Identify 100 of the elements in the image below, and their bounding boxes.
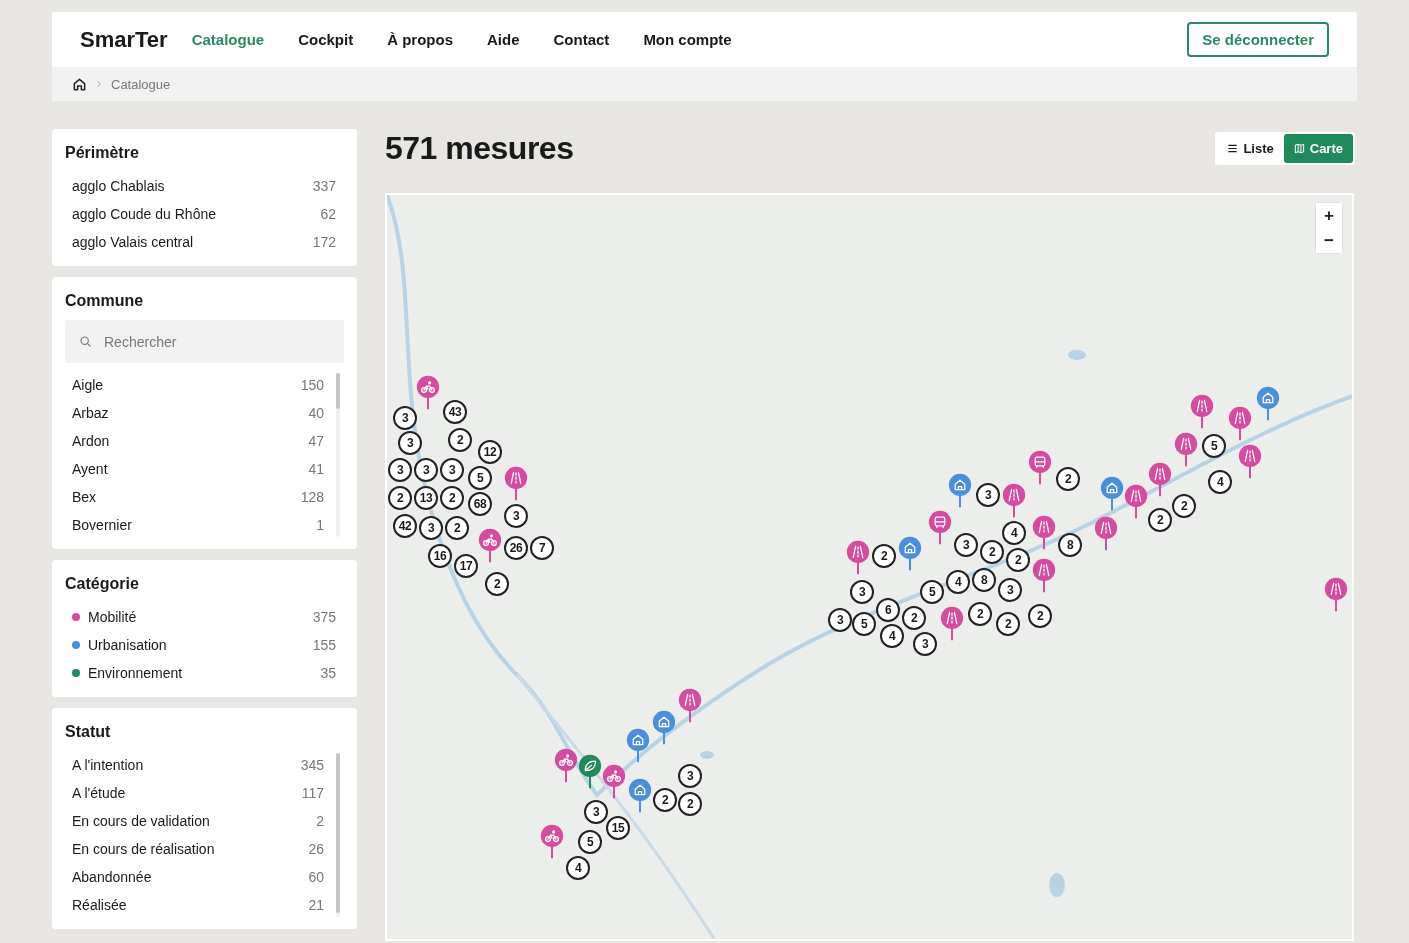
filter-option[interactable]: Aigle 150 <box>65 371 332 399</box>
scrollbar-thumb[interactable] <box>336 373 340 409</box>
cluster-marker[interactable]: 13 <box>414 486 438 510</box>
road-pin-icon[interactable] <box>1148 462 1172 497</box>
cluster-marker[interactable]: 42 <box>393 514 417 538</box>
cyclist-pin-icon[interactable] <box>540 824 564 859</box>
road-pin-icon[interactable] <box>1094 516 1118 551</box>
cluster-marker[interactable]: 3 <box>584 800 608 824</box>
cluster-marker[interactable]: 2 <box>485 572 509 596</box>
cluster-marker[interactable]: 43 <box>443 400 467 424</box>
filter-option[interactable]: Urbanisation 155 <box>65 631 344 659</box>
scrollbar-thumb[interactable] <box>336 753 340 913</box>
filter-option[interactable]: A l'étude 117 <box>65 779 332 807</box>
road-pin-icon[interactable] <box>1238 444 1262 479</box>
cluster-marker[interactable]: 2 <box>996 612 1020 636</box>
filter-option[interactable]: Arbaz 40 <box>65 399 332 427</box>
cluster-marker[interactable]: 3 <box>419 516 443 540</box>
cluster-marker[interactable]: 3 <box>388 458 412 482</box>
filter-option[interactable]: agglo Coude du Rhône 62 <box>65 200 344 228</box>
cluster-marker[interactable]: 2 <box>872 544 896 568</box>
cluster-marker[interactable]: 3 <box>998 578 1022 602</box>
map-view[interactable]: 3 43 3 2 12 5 3 3 3 5 2 4 2 13 2 3 68 2 3 42 3 2 2 4 26 7 3 8 16 2 2 17 2 2 3 5 4 8 3 3 5 6 2 2 2 2 4 3 3 2 2 3 15 5 4 + − <box>385 193 1354 941</box>
road-pin-icon[interactable] <box>1124 484 1148 519</box>
filter-option[interactable]: Ayent 41 <box>65 455 332 483</box>
house-pin-icon[interactable] <box>898 536 922 571</box>
cluster-marker[interactable]: 3 <box>678 764 702 788</box>
cluster-marker[interactable]: 6 <box>876 598 900 622</box>
cluster-marker[interactable]: 2 <box>1148 508 1172 532</box>
cluster-marker[interactable]: 3 <box>393 406 417 430</box>
cluster-marker[interactable]: 2 <box>678 792 702 816</box>
road-pin-icon[interactable] <box>1324 577 1348 612</box>
filter-option[interactable]: Réalisée 21 <box>65 891 332 919</box>
cyclist-pin-icon[interactable] <box>478 528 502 563</box>
cluster-marker[interactable]: 8 <box>1058 533 1082 557</box>
cluster-marker[interactable]: 3 <box>828 608 852 632</box>
road-pin-icon[interactable] <box>940 606 964 641</box>
filter-option[interactable]: agglo Valais central 172 <box>65 228 344 256</box>
cyclist-pin-icon[interactable] <box>416 375 440 410</box>
filter-option[interactable]: Ardon 47 <box>65 427 332 455</box>
cluster-marker[interactable]: 3 <box>504 504 528 528</box>
cluster-marker[interactable]: 68 <box>468 492 492 516</box>
nav-link[interactable]: Catalogue <box>191 31 265 48</box>
road-pin-icon[interactable] <box>1002 483 1026 518</box>
cluster-marker[interactable]: 3 <box>414 458 438 482</box>
cluster-marker[interactable]: 4 <box>566 856 590 880</box>
house-pin-icon[interactable] <box>948 473 972 508</box>
cluster-marker[interactable]: 5 <box>852 612 876 636</box>
filter-option[interactable]: Environnement 35 <box>65 659 344 687</box>
cluster-marker[interactable]: 5 <box>578 830 602 854</box>
road-pin-icon[interactable] <box>1032 515 1056 550</box>
filter-option[interactable]: Mobilité 375 <box>65 603 344 631</box>
bus-pin-icon[interactable] <box>928 510 952 545</box>
cluster-marker[interactable]: 4 <box>946 570 970 594</box>
map-view-button[interactable]: Carte <box>1283 133 1353 163</box>
cluster-marker[interactable]: 4 <box>1002 521 1026 545</box>
cluster-marker[interactable]: 2 <box>1056 467 1080 491</box>
road-pin-icon[interactable] <box>846 540 870 575</box>
house-pin-icon[interactable] <box>626 728 650 763</box>
filter-option[interactable]: A l'intention 345 <box>65 751 332 779</box>
cluster-marker[interactable]: 12 <box>478 440 502 464</box>
nav-link[interactable]: Mon compte <box>643 31 732 48</box>
road-pin-icon[interactable] <box>504 466 528 501</box>
cluster-marker[interactable]: 2 <box>653 788 677 812</box>
cyclist-pin-icon[interactable] <box>554 748 578 783</box>
cluster-marker[interactable]: 2 <box>448 428 472 452</box>
house-pin-icon[interactable] <box>1256 386 1280 421</box>
road-pin-icon[interactable] <box>1190 394 1214 429</box>
house-pin-icon[interactable] <box>652 710 676 745</box>
cluster-marker[interactable]: 5 <box>920 580 944 604</box>
cluster-marker[interactable]: 17 <box>454 554 478 578</box>
filter-option[interactable]: agglo Chablais 337 <box>65 172 344 200</box>
leaf-pin-icon[interactable] <box>578 754 602 789</box>
nav-link[interactable]: Aide <box>487 31 520 48</box>
cluster-marker[interactable]: 4 <box>880 624 904 648</box>
cluster-marker[interactable]: 2 <box>980 540 1004 564</box>
cluster-marker[interactable]: 3 <box>440 458 464 482</box>
cluster-marker[interactable]: 2 <box>1172 494 1196 518</box>
cluster-marker[interactable]: 3 <box>976 483 1000 507</box>
nav-link[interactable]: Contact <box>553 31 610 48</box>
cluster-marker[interactable]: 2 <box>968 602 992 626</box>
breadcrumb-item[interactable]: Catalogue <box>111 76 171 92</box>
filter-option[interactable]: Bovernier 1 <box>65 511 332 539</box>
road-pin-icon[interactable] <box>1174 432 1198 467</box>
cluster-marker[interactable]: 4 <box>1208 470 1232 494</box>
house-pin-icon[interactable] <box>628 778 652 813</box>
site-logo[interactable]: SmarTer <box>80 26 168 53</box>
filter-option[interactable]: En cours de validation 2 <box>65 807 332 835</box>
cluster-marker[interactable]: 3 <box>398 431 422 455</box>
road-pin-icon[interactable] <box>678 688 702 723</box>
logout-button[interactable]: Se déconnecter <box>1187 22 1329 57</box>
cluster-marker[interactable]: 2 <box>388 486 412 510</box>
cyclist-pin-icon[interactable] <box>602 764 626 799</box>
home-icon[interactable] <box>72 76 87 92</box>
search-field[interactable]: Rechercher <box>65 320 344 363</box>
cluster-marker[interactable]: 8 <box>972 568 996 592</box>
cluster-marker[interactable]: 15 <box>606 816 630 840</box>
house-pin-icon[interactable] <box>1100 476 1124 511</box>
cluster-marker[interactable]: 7 <box>530 536 554 560</box>
cluster-marker[interactable]: 2 <box>902 606 926 630</box>
cluster-marker[interactable]: 2 <box>445 516 469 540</box>
